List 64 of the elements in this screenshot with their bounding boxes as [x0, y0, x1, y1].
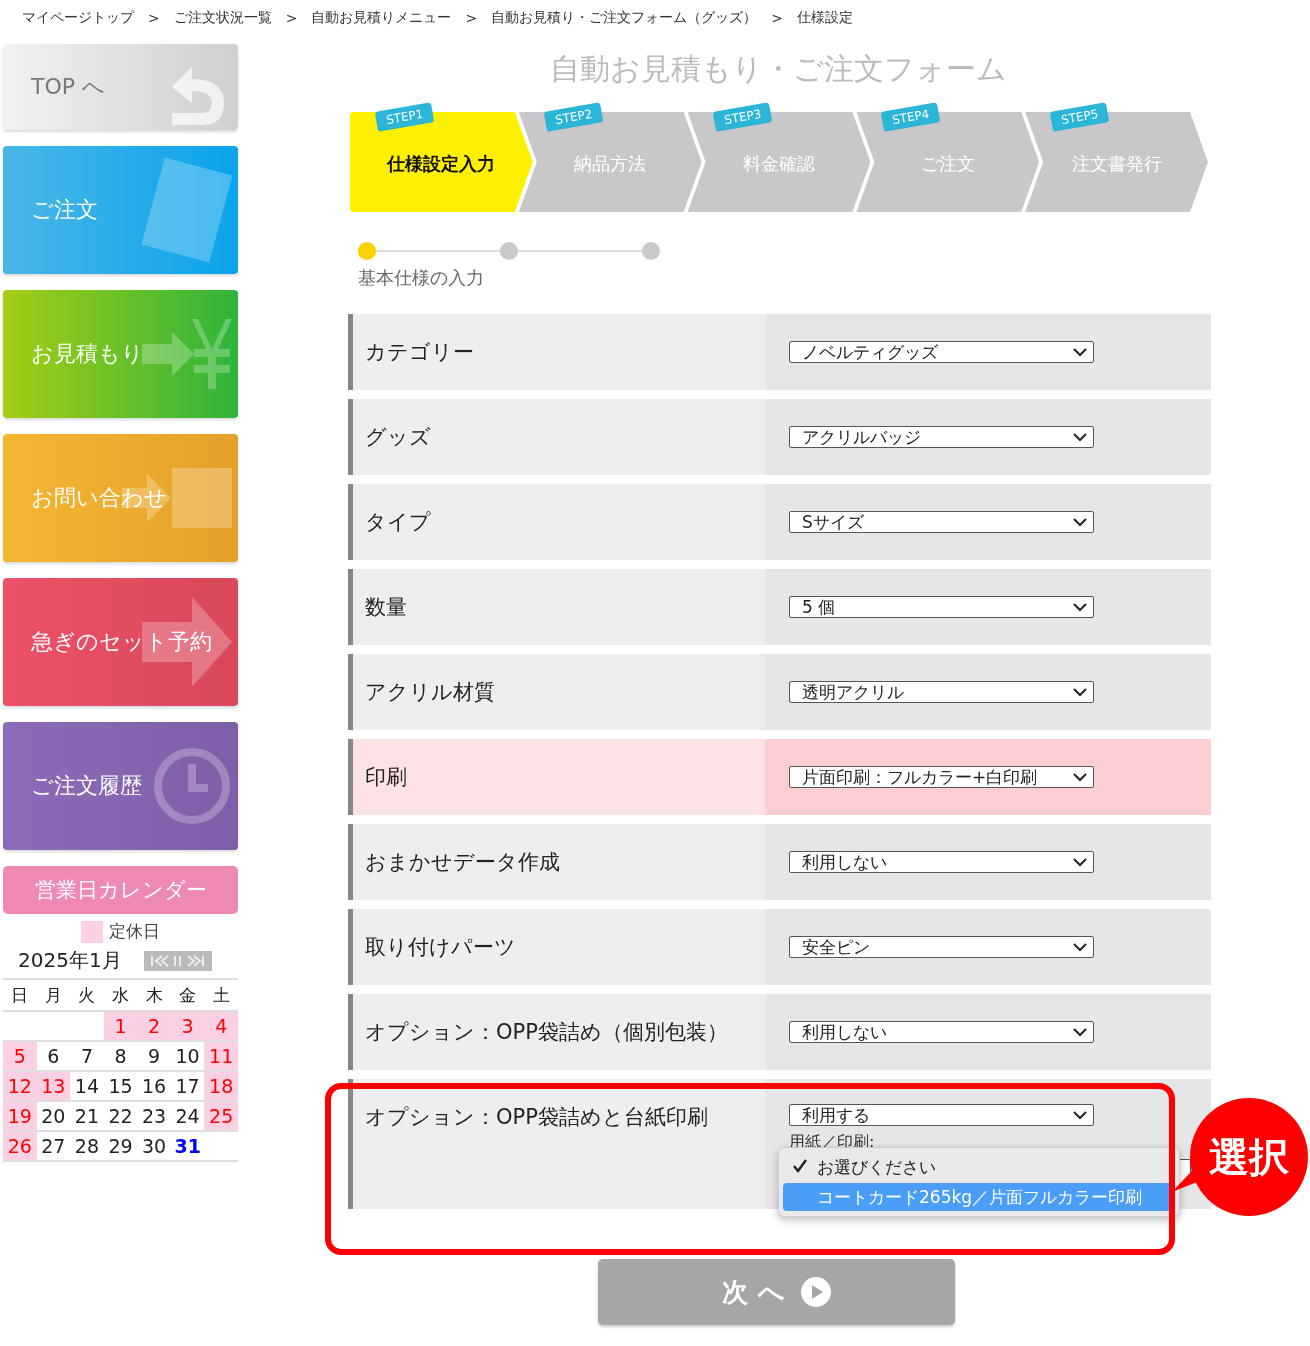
breadcrumb-link[interactable]: マイページトップ	[22, 9, 134, 27]
chevron-down-icon	[1073, 347, 1087, 357]
field-label: 印刷	[353, 739, 765, 815]
chevron-down-icon	[1073, 602, 1087, 612]
field-label: オプション：OPP袋詰め（個別包装）	[353, 994, 765, 1070]
chevron-down-icon	[1073, 1110, 1087, 1120]
calendar-nav-icon[interactable]	[143, 950, 212, 971]
chevron-down-icon	[1073, 1027, 1087, 1037]
calendar-day: 3	[170, 1012, 205, 1042]
clock-icon	[152, 746, 232, 826]
calendar-month: 2025年1月	[18, 947, 122, 974]
field-label: おまかせデータ作成	[353, 824, 765, 900]
field-label: グッズ	[353, 399, 765, 475]
calendar-day: 19	[3, 1102, 37, 1132]
page-title: 自動お見積もり・ご注文フォーム	[548, 50, 1008, 88]
calendar-day: 18	[204, 1072, 238, 1102]
calendar-day: 11	[204, 1042, 238, 1072]
chevron-down-icon	[1073, 432, 1087, 442]
breadcrumb-separator: >	[465, 10, 478, 26]
nav-button[interactable]: 急ぎのセット予約	[3, 578, 238, 706]
breadcrumb-link[interactable]: 自動お見積り・ご注文フォーム（グッズ）	[491, 9, 758, 27]
chevron-down-icon	[1073, 772, 1087, 782]
select-field[interactable]: アクリルバッジ	[789, 426, 1094, 448]
select-field[interactable]: 5 個	[789, 596, 1094, 618]
breadcrumb-separator: >	[148, 10, 160, 26]
field-label: タイプ	[353, 484, 765, 560]
callout-badge: 選択	[1190, 1098, 1308, 1216]
field-label: カテゴリー	[353, 314, 765, 390]
calendar-day: 1	[103, 1012, 138, 1042]
progress-caption: 基本仕様の入力	[358, 266, 485, 290]
field-label: 数量	[353, 569, 765, 645]
calendar-day: 12	[3, 1072, 37, 1102]
legend-label: 定休日	[109, 920, 160, 943]
breadcrumb-link[interactable]: ご注文状況一覧	[173, 9, 272, 27]
select-field[interactable]: 利用しない	[789, 851, 1094, 873]
breadcrumb-separator: >	[285, 10, 298, 26]
calendar-day: 26	[3, 1132, 37, 1162]
field-label: オプション：OPP袋詰めと台紙印刷	[353, 1079, 765, 1209]
select-field[interactable]: 利用する	[789, 1104, 1094, 1126]
calendar-day: 2	[137, 1012, 171, 1042]
calendar-day: 5	[3, 1042, 37, 1072]
legend-swatch	[81, 920, 103, 943]
chevron-down-icon	[1073, 857, 1087, 867]
calendar-day: 25	[204, 1102, 238, 1132]
breadcrumb-link[interactable]: 自動お見積りメニュー	[311, 9, 452, 27]
breadcrumb-separator: >	[771, 10, 783, 26]
field-label: アクリル材質	[353, 654, 765, 730]
field-label: 取り付けパーツ	[353, 909, 765, 985]
arrow-icon	[142, 597, 232, 687]
nav-button[interactable]: TOP へ	[3, 44, 238, 130]
dropdown-option[interactable]: お選びください	[783, 1153, 1175, 1181]
select-field[interactable]: 安全ピン	[789, 936, 1094, 958]
select-field[interactable]: 透明アクリル	[789, 681, 1094, 703]
select-field[interactable]: Sサイズ	[789, 511, 1094, 533]
play-icon	[800, 1277, 831, 1307]
calendar-day: 13	[36, 1072, 71, 1102]
select-field[interactable]: ノベルティグッズ	[789, 341, 1094, 363]
select-field[interactable]: 利用しない	[789, 1021, 1094, 1043]
chevron-down-icon	[1073, 942, 1087, 952]
nav-button[interactable]: ご注文履歴	[3, 722, 238, 850]
chevron-down-icon	[1073, 687, 1087, 697]
chevron-down-icon	[1073, 517, 1087, 527]
calendar-day: 4	[204, 1012, 238, 1042]
select-field[interactable]: 片面印刷：フルカラー+白印刷	[789, 766, 1094, 788]
